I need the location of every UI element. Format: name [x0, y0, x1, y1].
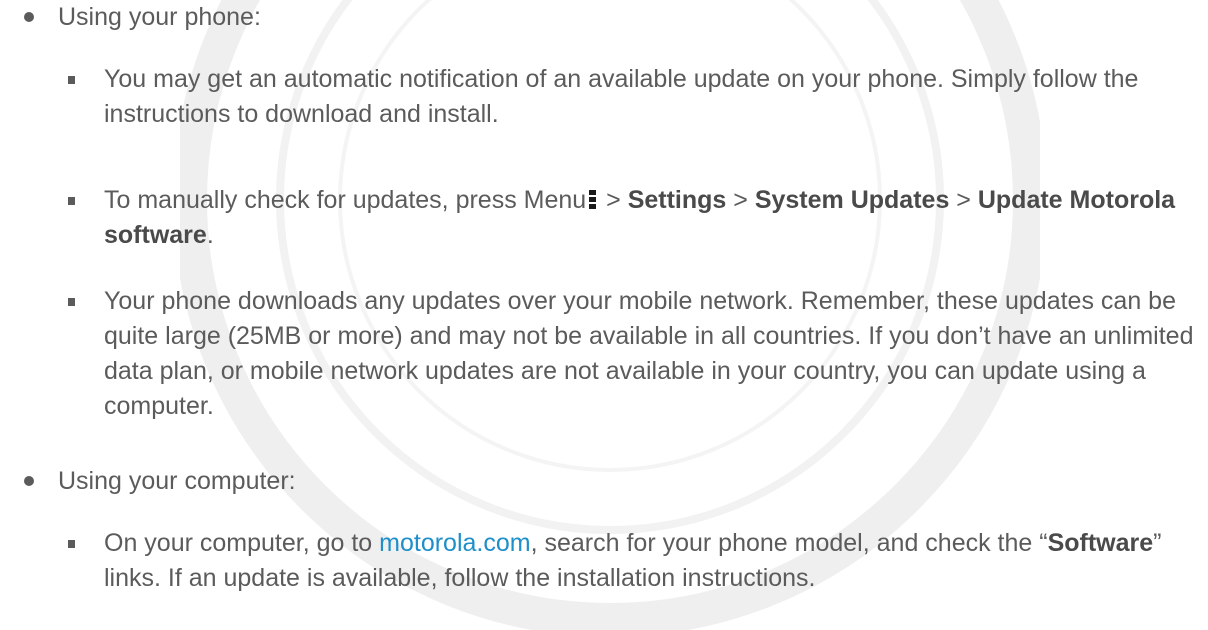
period: . — [206, 221, 214, 249]
list-item: Your phone downloads any updates over yo… — [104, 284, 1204, 424]
list-item: To manually check for updates, press Men… — [104, 183, 1204, 253]
menu-icon — [589, 190, 597, 210]
separator: > — [726, 186, 755, 214]
bullet-square — [68, 298, 75, 306]
list-item: You may get an automatic notification of… — [104, 62, 1204, 132]
motorola-link[interactable]: motorola.com — [379, 529, 530, 557]
list-item-text: links. If an update is available, follow… — [104, 564, 816, 592]
list-item-text: , search for your phone model, and check… — [530, 529, 1040, 557]
list-item-text: Your phone downloads any updates over yo… — [104, 287, 1194, 420]
software-label: Software — [1047, 529, 1154, 557]
bullet-dot — [24, 12, 34, 22]
separator: > — [599, 186, 628, 214]
list-item-text: To manually check for updates, press Men… — [104, 186, 587, 214]
list-item: On your computer, go to motorola.com, se… — [104, 526, 1204, 596]
bullet-square — [68, 540, 75, 548]
document-page: Using your phone: You may get an automat… — [0, 0, 1208, 630]
list-item-text: You may get an automatic notification of… — [104, 65, 1139, 128]
separator: > — [949, 186, 978, 214]
close-quote: ” — [1153, 529, 1162, 557]
system-updates-label: System Updates — [754, 186, 950, 214]
bullet-dot — [24, 476, 34, 486]
section-heading-computer: Using your computer: — [58, 467, 296, 495]
section-heading-phone: Using your phone: — [58, 3, 261, 31]
list-item-text: On your computer, go to — [104, 529, 380, 557]
settings-label: Settings — [627, 186, 727, 214]
bullet-square — [68, 76, 75, 84]
bullet-square — [68, 197, 75, 205]
open-quote: “ — [1039, 529, 1048, 557]
